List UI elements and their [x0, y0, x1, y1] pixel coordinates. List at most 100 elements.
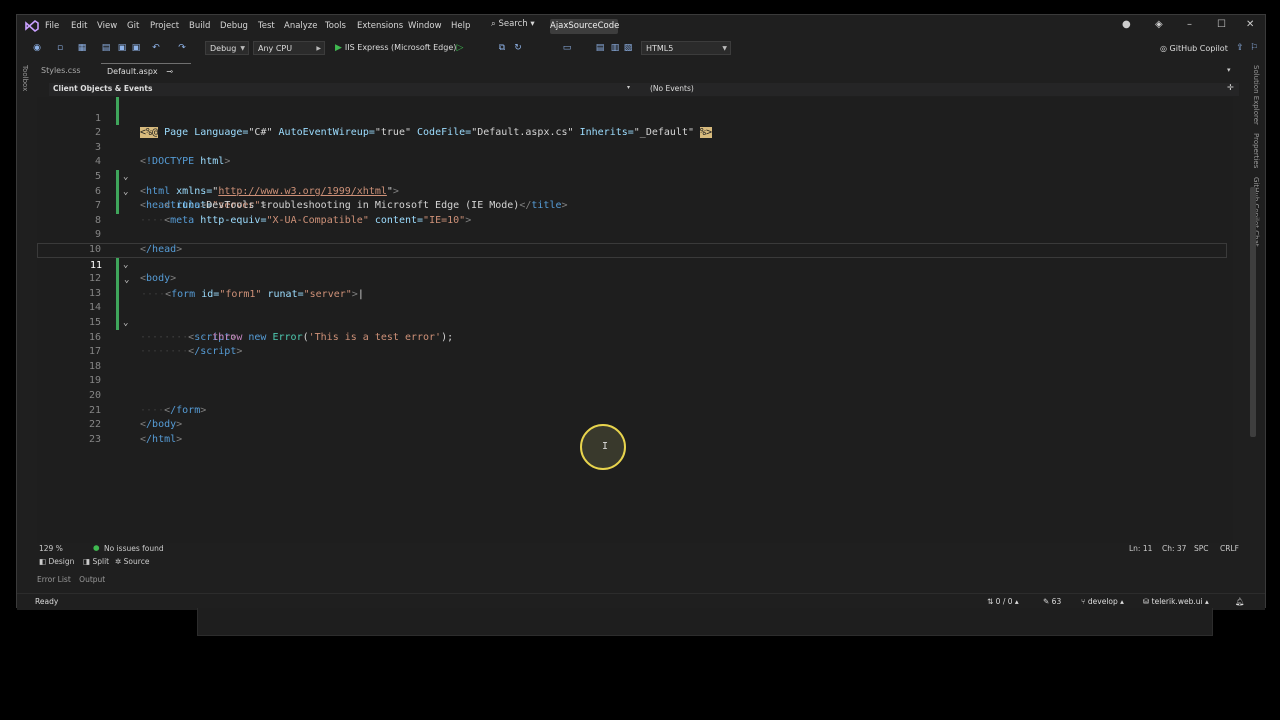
- avatar[interactable]: ●: [1122, 19, 1131, 30]
- layout-icon[interactable]: ▭: [562, 43, 572, 53]
- code-line: 17: [37, 331, 1217, 357]
- menu-test[interactable]: Test: [258, 21, 275, 31]
- objects-dropdown[interactable]: Client Objects & Events: [53, 84, 152, 93]
- chevron-down-icon: ▼: [240, 45, 245, 52]
- issues-status[interactable]: No issues found: [104, 544, 164, 553]
- platform-dropdown[interactable]: Any CPU ▶: [253, 41, 325, 55]
- diamond-icon[interactable]: ◈: [1155, 19, 1163, 30]
- forward-icon[interactable]: ▫: [55, 43, 65, 53]
- run-target-label: IIS Express (Microsoft Edge): [344, 43, 457, 52]
- navigation-bar: Client Objects & Events ▾ (No Events) ✛: [49, 83, 1239, 96]
- code-line: 5 ⌄ <head runat="server">: [37, 155, 1217, 211]
- tab-label: Styles.css: [41, 66, 81, 75]
- output-tab[interactable]: Output: [79, 575, 105, 584]
- github-copilot-button[interactable]: ◎ GitHub Copilot: [1160, 44, 1228, 53]
- whitespace-indicator[interactable]: SPC: [1194, 544, 1209, 553]
- comment-icon[interactable]: ▤: [595, 43, 605, 53]
- menu-git[interactable]: Git: [127, 21, 139, 31]
- tab-default-aspx[interactable]: Default.aspx ⊸ ✕: [101, 63, 191, 92]
- changes-indicator[interactable]: ⇅ 0 / 0 ▴: [987, 597, 1019, 606]
- schema-value: HTML5: [646, 44, 674, 53]
- search-box[interactable]: ⌕ Search ▾: [491, 19, 535, 33]
- new-item-icon[interactable]: ▦: [77, 43, 87, 53]
- code-line: 3 <!DOCTYPE html>: [37, 126, 1217, 168]
- split-editor-icon[interactable]: ✛: [1227, 83, 1234, 92]
- run-button[interactable]: ▶ IIS Express (Microsoft Edge): [335, 43, 456, 53]
- undo-icon[interactable]: ↶: [151, 43, 161, 53]
- chevron-down-icon: ▶: [316, 45, 321, 52]
- edits-indicator[interactable]: ✎ 63: [1043, 597, 1061, 606]
- code-line: 20 ····</form>: [37, 374, 1217, 416]
- uncomment-icon[interactable]: ▥: [610, 43, 620, 53]
- open-icon[interactable]: ▤: [101, 43, 111, 53]
- ibeam-cursor-icon: I: [602, 441, 609, 452]
- split-view-button[interactable]: ◨ Split: [83, 557, 109, 566]
- menu-analyze[interactable]: Analyze: [284, 21, 318, 31]
- current-line-highlight: 11 ⌄ ····<form id="form1" runat="server"…: [37, 243, 1227, 300]
- tab-styles-css[interactable]: Styles.css: [35, 63, 87, 79]
- menu-tools[interactable]: Tools: [325, 21, 346, 31]
- menu-view[interactable]: View: [97, 21, 117, 31]
- menu-build[interactable]: Build: [189, 21, 210, 31]
- menu-file[interactable]: File: [45, 21, 59, 31]
- copilot-icon: ◎: [1160, 44, 1167, 53]
- code-line: 2: [37, 112, 1217, 138]
- code-line: 10 ⌄ <body>: [37, 228, 1217, 284]
- code-line: 9 </head>: [37, 214, 1217, 255]
- solution-explorer-tab[interactable]: Solution Explorer: [1252, 65, 1260, 125]
- menu-edit[interactable]: Edit: [71, 21, 87, 31]
- code-line: 22 </html>: [37, 404, 1217, 445]
- design-view-button[interactable]: ◧ Design: [39, 557, 74, 566]
- config-dropdown[interactable]: Debug ▼: [205, 41, 249, 55]
- left-tool-strip: Toolbox: [17, 63, 35, 563]
- save-icon[interactable]: ▣: [117, 43, 127, 53]
- toolbar: ◉ ▫ ▦ ▤ ▣ ▣ ↶ ↷ Debug ▼ Any CPU ▶ ▶ IIS E…: [17, 38, 1265, 60]
- code-editor[interactable]: 1 <%@ Page Language="C#" AutoEventWireup…: [37, 97, 1256, 543]
- code-line: 7 ····<meta http-equiv="X-UA-Compatible"…: [37, 185, 1217, 226]
- menu-window[interactable]: Window: [408, 21, 442, 31]
- document-tabs: Styles.css Default.aspx ⊸ ✕ ▾: [17, 63, 1265, 92]
- menu-help[interactable]: Help: [451, 21, 470, 31]
- pin-icon[interactable]: ⊸: [166, 67, 173, 76]
- properties-tab[interactable]: Properties: [1252, 133, 1260, 168]
- vertical-scrollbar[interactable]: [1250, 187, 1256, 437]
- schema-dropdown[interactable]: HTML5 ▼: [641, 41, 731, 55]
- notifications-icon[interactable]: 🔔︎: [1235, 597, 1245, 606]
- line-indicator[interactable]: Ln: 11: [1129, 544, 1152, 553]
- redo-icon[interactable]: ↷: [177, 43, 187, 53]
- tab-overflow-icon[interactable]: ▾: [1227, 66, 1231, 74]
- save-all-icon[interactable]: ▣: [131, 43, 141, 53]
- back-icon[interactable]: ◉: [32, 43, 42, 53]
- column-indicator[interactable]: Ch: 37: [1162, 544, 1186, 553]
- tab-label: Default.aspx: [107, 67, 158, 76]
- zoom-level[interactable]: 129 %: [39, 544, 63, 553]
- start-without-debug-icon[interactable]: ▷: [455, 43, 465, 53]
- menu-debug[interactable]: Debug: [220, 21, 248, 31]
- line-ending-indicator[interactable]: CRLF: [1220, 544, 1239, 553]
- search-label: Search: [498, 19, 528, 29]
- chevron-down-icon[interactable]: ▾: [627, 84, 630, 91]
- feedback-icon[interactable]: ⚐: [1249, 43, 1259, 53]
- browser-link-icon[interactable]: ⧉: [497, 43, 507, 53]
- code-line: 16 ········</script>: [37, 316, 1217, 358]
- close-icon[interactable]: ✕: [1246, 19, 1254, 30]
- branch-indicator[interactable]: ⑂ develop ▴: [1081, 597, 1124, 606]
- events-dropdown[interactable]: (No Events): [650, 84, 694, 93]
- code-line: 18: [37, 345, 1217, 372]
- format-icon[interactable]: ▧: [623, 43, 633, 53]
- solution-title[interactable]: AjaxSourceCode: [550, 19, 619, 34]
- chevron-down-icon: ▾: [530, 19, 535, 29]
- menu-extensions[interactable]: Extensions: [357, 21, 403, 31]
- minimize-icon[interactable]: –: [1187, 19, 1192, 30]
- source-view-button[interactable]: ✲ Source: [115, 557, 149, 566]
- error-list-tab[interactable]: Error List: [37, 575, 71, 584]
- menu-project[interactable]: Project: [150, 21, 179, 31]
- maximize-icon[interactable]: ☐: [1217, 19, 1226, 30]
- repo-indicator[interactable]: ⛁ telerik.web.ui ▴: [1143, 597, 1209, 606]
- config-value: Debug: [210, 44, 237, 53]
- code-line: 23: [37, 418, 1217, 445]
- share-icon[interactable]: ⇪: [1235, 43, 1245, 53]
- visual-studio-window: File Edit View Git Project Build Debug T…: [16, 14, 1266, 610]
- refresh-icon[interactable]: ↻: [513, 43, 523, 53]
- code-line: 21 </body>: [37, 389, 1217, 431]
